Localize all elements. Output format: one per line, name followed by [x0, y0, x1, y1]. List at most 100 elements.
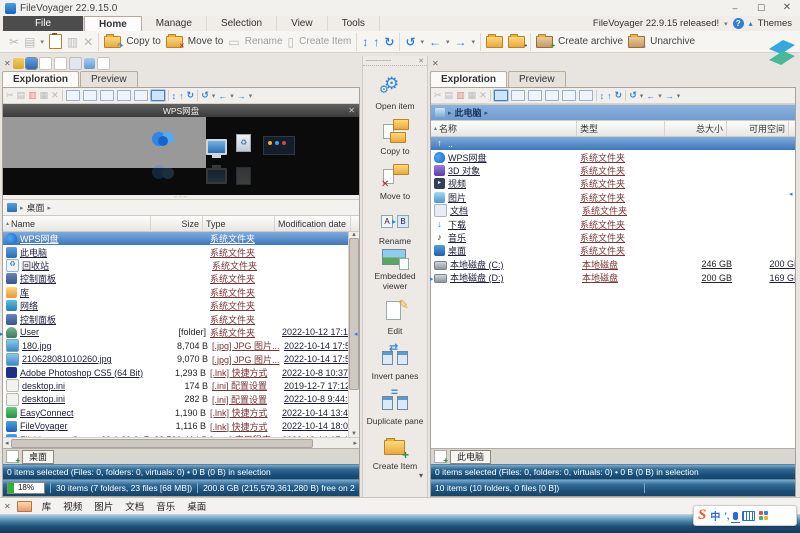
breadcrumb-arrow-icon[interactable]: ▸: [485, 109, 489, 117]
copy-to-button[interactable]: Copy to: [363, 111, 427, 156]
back-icon[interactable]: ←: [429, 35, 441, 49]
file-row[interactable]: WPS网盘系统文件夹: [431, 150, 795, 163]
scroll-thumb[interactable]: [349, 238, 359, 390]
back-caret-icon[interactable]: ▾: [230, 92, 234, 100]
right-location-tab[interactable]: 此电脑: [450, 450, 491, 464]
copy-icon[interactable]: ▤: [17, 90, 26, 101]
move-to-button[interactable]: Move to: [188, 36, 224, 47]
file-row[interactable]: WPS网盘系统文件夹: [3, 232, 349, 245]
delete-icon[interactable]: ✕: [51, 90, 59, 101]
file-name[interactable]: 本地磁盘 (C:): [450, 258, 582, 271]
file-row[interactable]: 库系统文件夹: [3, 286, 349, 299]
file-name[interactable]: WPS网盘: [20, 232, 154, 245]
file-name[interactable]: desktop.ini: [22, 394, 156, 404]
file-name[interactable]: 音乐: [448, 231, 580, 244]
file-row[interactable]: 下载系统文件夹: [431, 217, 795, 230]
forward-icon[interactable]: →: [455, 35, 467, 49]
file-name[interactable]: desktop.ini: [22, 381, 156, 391]
save-icon[interactable]: ▦: [468, 90, 477, 101]
file-name[interactable]: 库: [20, 286, 154, 299]
tab-preview[interactable]: Preview: [80, 71, 138, 87]
file-name[interactable]: 210628081010260.jpg: [22, 354, 156, 364]
viewer-close-icon[interactable]: ✕: [348, 106, 355, 115]
quick-link[interactable]: 文档: [125, 499, 144, 513]
duplicate-pane-button[interactable]: =Duplicate pane: [363, 381, 427, 426]
close-toolbar-icon[interactable]: ✕: [4, 502, 11, 511]
open-folder-icon[interactable]: [486, 36, 503, 48]
delete-icon[interactable]: ✕: [83, 35, 93, 49]
file-row[interactable]: 桌面系统文件夹: [431, 244, 795, 257]
add-tab-icon[interactable]: [6, 450, 19, 463]
file-name[interactable]: 网络: [20, 299, 154, 312]
secure-folder-icon[interactable]: •: [508, 36, 525, 48]
view-carousel-icon[interactable]: [151, 90, 165, 101]
punctuation-icon[interactable]: ’,: [724, 511, 729, 521]
sogou-logo-icon[interactable]: S: [698, 507, 706, 524]
view-thumbnails-icon[interactable]: [134, 90, 148, 101]
close-strip-icon[interactable]: ✕: [418, 57, 424, 65]
forward-caret-icon[interactable]: ▾: [472, 38, 476, 46]
breadcrumb-arrow-icon[interactable]: ▸: [20, 204, 24, 212]
column-type[interactable]: 类型: [577, 121, 665, 136]
forward-icon[interactable]: →: [237, 91, 246, 101]
view-details-icon[interactable]: [66, 90, 80, 101]
file-name[interactable]: 下载: [448, 218, 580, 231]
close-tab-icon[interactable]: ✕: [4, 59, 11, 68]
file-name[interactable]: EasyConnect: [20, 408, 154, 418]
file-name[interactable]: User: [20, 327, 154, 337]
file-row[interactable]: 网络系统文件夹: [3, 299, 349, 312]
ribbon-tab-tools[interactable]: Tools: [328, 16, 380, 31]
tab-exploration[interactable]: Exploration: [430, 71, 507, 87]
computer-location-icon[interactable]: [26, 58, 37, 69]
embedded-viewer-button[interactable]: Embedded viewer: [363, 246, 427, 291]
file-name[interactable]: 3D 对象: [448, 164, 580, 177]
language-mode-icon[interactable]: 中: [710, 508, 720, 523]
paste-icon[interactable]: [49, 34, 62, 49]
create-archive-button[interactable]: Create archive: [558, 36, 623, 47]
file-name[interactable]: ..: [448, 139, 580, 149]
view-thumbnails-icon[interactable]: [562, 90, 576, 101]
file-name[interactable]: FileVoyager: [20, 421, 154, 431]
file-name[interactable]: Adobe Photoshop CS5 (64 Bit): [20, 368, 154, 378]
create-item-button[interactable]: Create Item: [299, 36, 351, 47]
file-row[interactable]: 音乐系统文件夹: [431, 231, 795, 244]
create-item-icon[interactable]: ▯: [288, 35, 295, 49]
tool-strip-handle[interactable]: ┄┄┄┄┄┄✕: [363, 56, 427, 66]
quick-link[interactable]: 图片: [94, 499, 113, 513]
file-row[interactable]: EasyConnect1,190 B[.lnk] 快捷方式2022-10-14 …: [3, 406, 349, 419]
archive-location-icon[interactable]: [84, 58, 95, 69]
history-caret-icon[interactable]: ▾: [640, 92, 644, 100]
pane-grip[interactable]: ▸: [0, 330, 4, 338]
collapse-all-icon[interactable]: ↕: [600, 91, 605, 101]
history-icon[interactable]: ↺: [629, 90, 637, 101]
forward-caret-icon[interactable]: ▾: [249, 92, 253, 100]
cut-icon[interactable]: ✂: [6, 90, 14, 101]
scroll-thumb[interactable]: [11, 439, 313, 448]
file-row[interactable]: 3D 对象系统文件夹: [431, 164, 795, 177]
file-row[interactable]: 此电脑系统文件夹: [3, 245, 349, 258]
file-row[interactable]: 控制面板系统文件夹: [3, 272, 349, 285]
column-modification-date[interactable]: Modification date: [275, 216, 351, 231]
file-name[interactable]: 桌面: [448, 244, 580, 257]
ribbon-tab-selection[interactable]: Selection: [207, 16, 277, 31]
up-icon[interactable]: ↑: [607, 91, 612, 101]
file-row[interactable]: User[folder]系统文件夹2022-10-12 17:1...: [3, 326, 349, 339]
collapse-all-icon[interactable]: ↕: [172, 91, 177, 101]
move-to-icon[interactable]: ✕: [166, 36, 183, 48]
invert-panes-button[interactable]: ⇄Invert panes: [363, 336, 427, 381]
history-icon[interactable]: ↺: [201, 90, 209, 101]
file-row[interactable]: desktop.ini174 B[.ini] 配置设置2019-12-7 17:…: [3, 379, 349, 392]
copy-icon[interactable]: ▤: [24, 35, 35, 49]
viewer-preview-image[interactable]: ♻: [3, 117, 359, 195]
view-details-icon[interactable]: [494, 90, 508, 101]
quick-link[interactable]: 库: [42, 499, 52, 513]
up-icon[interactable]: ↑: [373, 35, 379, 49]
breadcrumb-segment[interactable]: 此电脑: [455, 106, 482, 119]
refresh-icon[interactable]: ↻: [187, 90, 195, 101]
column-size[interactable]: Size: [151, 216, 203, 231]
column-name[interactable]: 名称: [439, 122, 457, 135]
up-icon[interactable]: ↑: [179, 91, 184, 101]
scroll-left-icon[interactable]: ◂: [5, 439, 9, 447]
breadcrumb-arrow-icon[interactable]: ▸: [448, 109, 452, 117]
strip-overflow-icon[interactable]: ▾: [363, 471, 427, 480]
